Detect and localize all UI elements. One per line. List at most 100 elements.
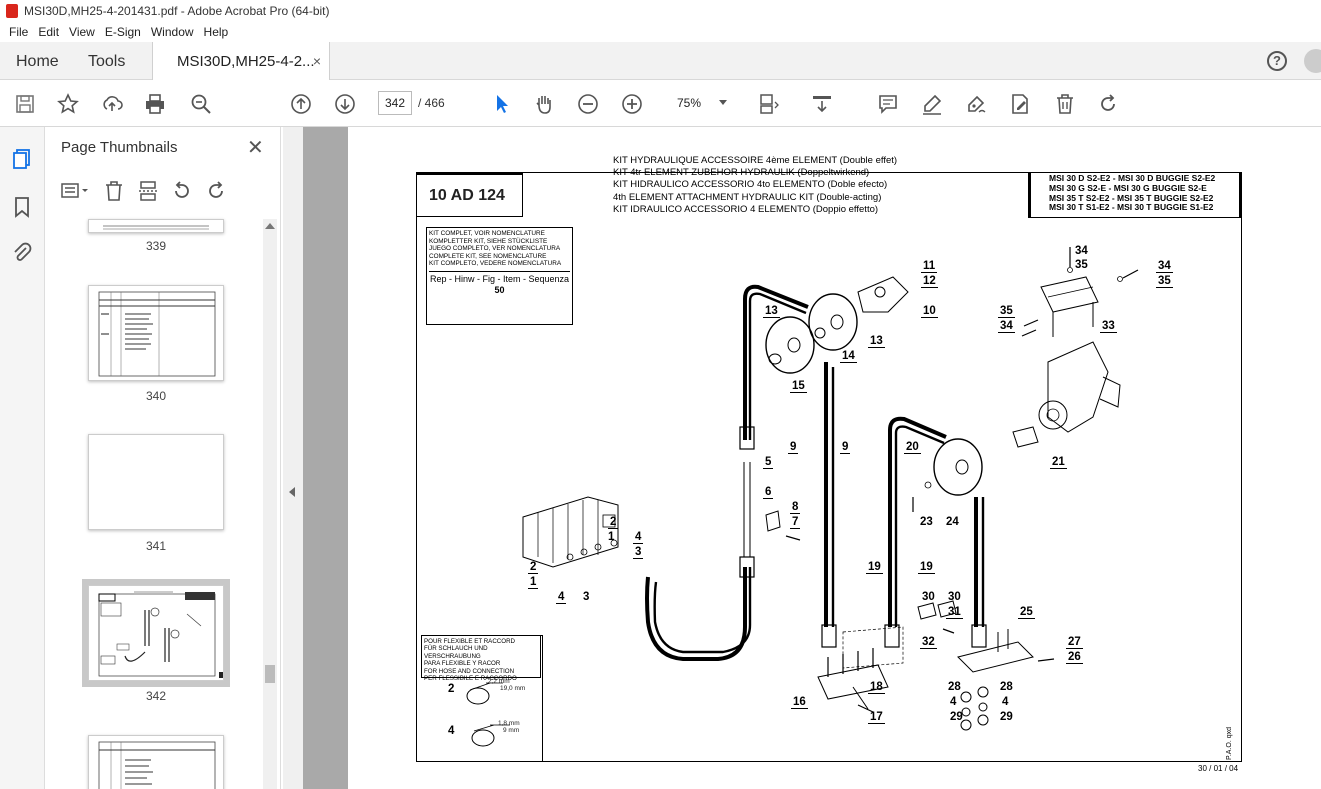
thumbnail-page-340[interactable] — [88, 285, 224, 381]
zoom-select[interactable]: 75% — [666, 91, 736, 115]
callout-label: 8 — [790, 501, 801, 514]
callout-label: 16 — [791, 696, 808, 709]
document-viewer[interactable]: KIT HYDRAULIQUE ACCESSOIRE 4ème ELEMENT … — [303, 127, 1321, 789]
left-rail — [0, 127, 45, 789]
edit-pdf-icon[interactable] — [1008, 92, 1032, 116]
bookmarks-icon[interactable] — [10, 195, 34, 219]
tab-document[interactable]: MSI30D,MH25-4-2... × — [152, 42, 330, 81]
menu-bar: File Edit View E-Sign Window Help — [0, 22, 1321, 42]
callout-label: 2 — [608, 516, 619, 529]
callout-label: 10 — [921, 305, 938, 318]
zoom-out-icon[interactable] — [576, 92, 600, 116]
callout-label: 29 — [1000, 711, 1013, 723]
callout-label: 4 — [1002, 696, 1009, 708]
page-thumbnails-icon[interactable] — [10, 147, 34, 171]
thumbnail-label-340: 340 — [145, 389, 167, 403]
callout-label: 34 — [998, 320, 1015, 333]
scroll-up-icon[interactable] — [265, 223, 275, 229]
bookmark-star-icon[interactable] — [56, 92, 80, 116]
panel-title: Page Thumbnails — [61, 139, 178, 156]
rotate-left-icon[interactable] — [171, 180, 195, 202]
sign-icon[interactable] — [964, 92, 988, 116]
panel-collapse-handle[interactable] — [283, 127, 303, 789]
fit-page-icon[interactable] — [756, 92, 780, 116]
menu-edit[interactable]: Edit — [33, 25, 64, 39]
prev-page-icon[interactable] — [289, 92, 313, 116]
thumbnail-options-icon[interactable] — [61, 180, 88, 202]
pdf-page: KIT HYDRAULIQUE ACCESSOIRE 4ème ELEMENT … — [348, 127, 1321, 789]
callout-label: 17 — [868, 711, 885, 724]
callout-label: 30 — [922, 591, 935, 603]
scroll-mode-icon[interactable] — [810, 92, 834, 116]
upload-icon[interactable] — [100, 92, 124, 116]
callout-label: 24 — [946, 516, 959, 528]
select-arrow-icon[interactable] — [490, 92, 514, 116]
account-avatar-icon[interactable] — [1304, 49, 1321, 73]
callout-label: 34 — [1075, 245, 1088, 257]
callout-label: 35 — [998, 305, 1015, 318]
callout-label: 7 — [790, 516, 801, 529]
callout-label: 12 — [921, 275, 938, 288]
window-titlebar: MSI30D,MH25-4-201431.pdf - Adobe Acrobat… — [0, 0, 1321, 22]
menu-window[interactable]: Window — [146, 25, 199, 39]
callout-label: 19 — [918, 561, 935, 574]
page-number-input[interactable]: 342 — [378, 91, 412, 115]
tab-home[interactable]: Home — [16, 53, 59, 71]
callout-label: 13 — [868, 335, 885, 348]
zoom-in-icon[interactable] — [620, 92, 644, 116]
callout-label: 19 — [866, 561, 883, 574]
save-icon[interactable] — [13, 92, 37, 116]
acrobat-pdf-icon — [6, 4, 18, 18]
callout-label: 18 — [868, 681, 885, 694]
menu-esign[interactable]: E-Sign — [100, 25, 146, 39]
callout-label: 32 — [920, 636, 937, 649]
rotate-right-icon[interactable] — [205, 180, 229, 202]
callout-label: 30 — [948, 591, 961, 603]
help-icon[interactable]: ? — [1267, 51, 1287, 71]
thumbnail-page-343[interactable] — [88, 735, 224, 789]
callout-label: 11 — [921, 260, 938, 273]
tab-close-icon[interactable]: × — [313, 53, 321, 69]
window-title: MSI30D,MH25-4-201431.pdf - Adobe Acrobat… — [24, 4, 330, 18]
callout-label: 3 — [633, 546, 644, 559]
attachments-icon[interactable] — [10, 241, 34, 265]
zoom-search-icon[interactable] — [189, 92, 213, 116]
highlight-icon[interactable] — [920, 92, 944, 116]
thumbnail-label-339: 339 — [145, 239, 167, 253]
page-thumbnails-panel: Page Thumbnails ✕ 339 340 341 342 — [45, 127, 281, 789]
thumbnail-page-339[interactable] — [88, 219, 224, 233]
thumbnail-page-342[interactable] — [82, 579, 230, 687]
chevron-down-icon — [719, 100, 727, 105]
rotate-icon[interactable] — [1096, 92, 1120, 116]
delete-icon[interactable] — [1053, 92, 1077, 116]
callout-label: 3 — [583, 591, 590, 603]
print-icon[interactable] — [143, 92, 167, 116]
callout-label: 35 — [1075, 259, 1088, 271]
menu-file[interactable]: File — [4, 25, 33, 39]
menu-help[interactable]: Help — [199, 25, 234, 39]
panel-close-icon[interactable]: ✕ — [247, 135, 264, 160]
extract-page-icon[interactable] — [137, 180, 161, 202]
delete-page-icon[interactable] — [103, 180, 127, 202]
document-tab-label: MSI30D,MH25-4-2... — [177, 53, 315, 70]
callout-label: 14 — [840, 350, 857, 363]
hand-icon[interactable] — [532, 92, 556, 116]
callout-label: 26 — [1066, 651, 1083, 664]
thumbnail-label-341: 341 — [145, 539, 167, 553]
tab-tools[interactable]: Tools — [88, 53, 125, 71]
collapse-arrow-icon — [289, 487, 295, 497]
thumbnails-scroll-thumb[interactable] — [265, 665, 275, 683]
comment-icon[interactable] — [876, 92, 900, 116]
callout-label: 4 — [556, 591, 567, 604]
callout-label: 29 — [950, 711, 963, 723]
next-page-icon[interactable] — [333, 92, 357, 116]
callout-label: 4 — [950, 696, 957, 708]
callout-label: 15 — [790, 380, 807, 393]
thumbnails-scrollbar[interactable] — [263, 219, 277, 789]
callout-label: 35 — [1156, 275, 1173, 288]
thumbnail-label-342: 342 — [145, 689, 167, 703]
callout-label: 9 — [840, 441, 851, 454]
thumbnail-page-341[interactable] — [88, 434, 224, 530]
page-total: / 466 — [418, 96, 445, 110]
menu-view[interactable]: View — [64, 25, 100, 39]
